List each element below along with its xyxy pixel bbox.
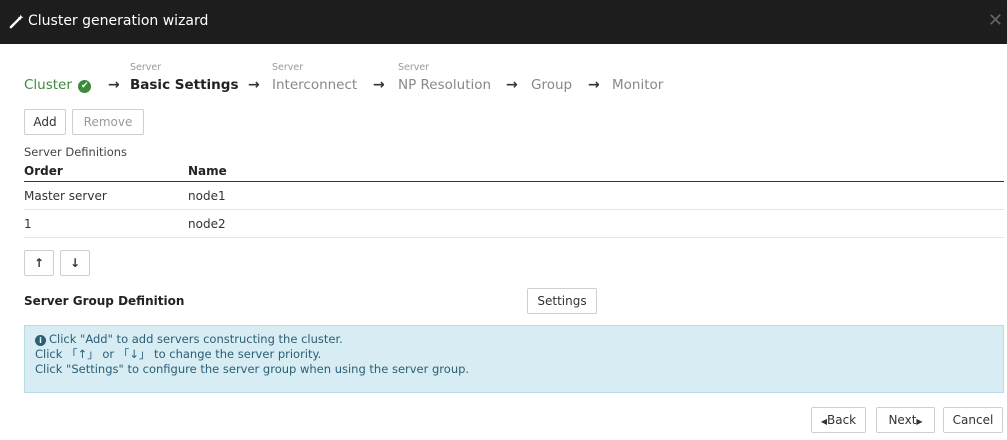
step-cluster-label: Cluster [24, 77, 72, 93]
cancel-button[interactable]: Cancel [943, 407, 1003, 433]
step-group: Group [531, 77, 573, 93]
add-button[interactable]: Add [24, 109, 66, 135]
info-box: i Click "Add" to add servers constructing… [24, 325, 1004, 393]
column-name: Name [188, 164, 227, 178]
arrow-right-icon: → [506, 77, 518, 93]
back-button[interactable]: ◀Back [811, 407, 866, 433]
remove-button[interactable]: Remove [72, 109, 144, 135]
step-np-resolution: NP Resolution [398, 77, 492, 93]
row-order: Master server [24, 189, 107, 203]
arrow-up-icon: ↑ [33, 256, 45, 270]
row-order: 1 [24, 217, 32, 231]
settings-button[interactable]: Settings [527, 288, 597, 314]
title-bar: Cluster generation wizard ✕ [0, 0, 1007, 44]
step-cluster[interactable]: Cluster ✔ [24, 77, 92, 93]
arrow-right-icon: → [373, 77, 385, 93]
info-text-3: Click "Settings" to configure the server… [35, 362, 470, 376]
server-group-definition-label: Server Group Definition [24, 294, 185, 308]
back-label: Back [827, 413, 857, 427]
wizard-steps: Server Server Server Cluster ✔ → Basic S… [0, 58, 1007, 98]
info-text-1: Click "Add" to add servers constructing … [49, 332, 343, 346]
step-monitor: Monitor [612, 77, 664, 93]
wand-icon [9, 14, 24, 29]
step-sub-label: Server [272, 62, 304, 73]
table-header: Order Name [24, 162, 1004, 182]
arrow-right-icon: → [108, 77, 120, 93]
row-name: node1 [188, 189, 226, 203]
next-button[interactable]: Next▶ [876, 407, 935, 433]
arrow-right-icon: → [248, 77, 260, 93]
step-interconnect: Interconnect [272, 77, 358, 93]
caret-right-icon: ▶ [916, 417, 923, 426]
move-up-button[interactable]: ↑ [24, 250, 54, 276]
row-name: node2 [188, 217, 226, 231]
close-icon[interactable]: ✕ [988, 12, 1003, 30]
arrow-right-icon: → [588, 77, 600, 93]
table-row[interactable]: Master server node1 [24, 182, 1004, 210]
window-title: Cluster generation wizard [28, 13, 209, 29]
info-icon: i [35, 335, 46, 346]
server-definitions-table: Order Name Master server node1 1 node2 [24, 162, 1004, 238]
info-line-1: i Click "Add" to add servers constructing… [35, 332, 993, 347]
arrow-down-icon: ↓ [69, 256, 81, 270]
info-text-2: Click 「↑」 or 「↓」 to change the server pr… [35, 347, 322, 361]
next-label: Next [888, 413, 917, 427]
check-circle-icon: ✔ [78, 80, 92, 93]
column-order: Order [24, 164, 63, 178]
table-row[interactable]: 1 node2 [24, 210, 1004, 238]
step-sub-label: Server [130, 62, 162, 73]
server-definitions-label: Server Definitions [24, 145, 128, 159]
move-down-button[interactable]: ↓ [60, 250, 90, 276]
step-sub-label: Server [398, 62, 430, 73]
step-basic-settings: Basic Settings [130, 77, 239, 93]
